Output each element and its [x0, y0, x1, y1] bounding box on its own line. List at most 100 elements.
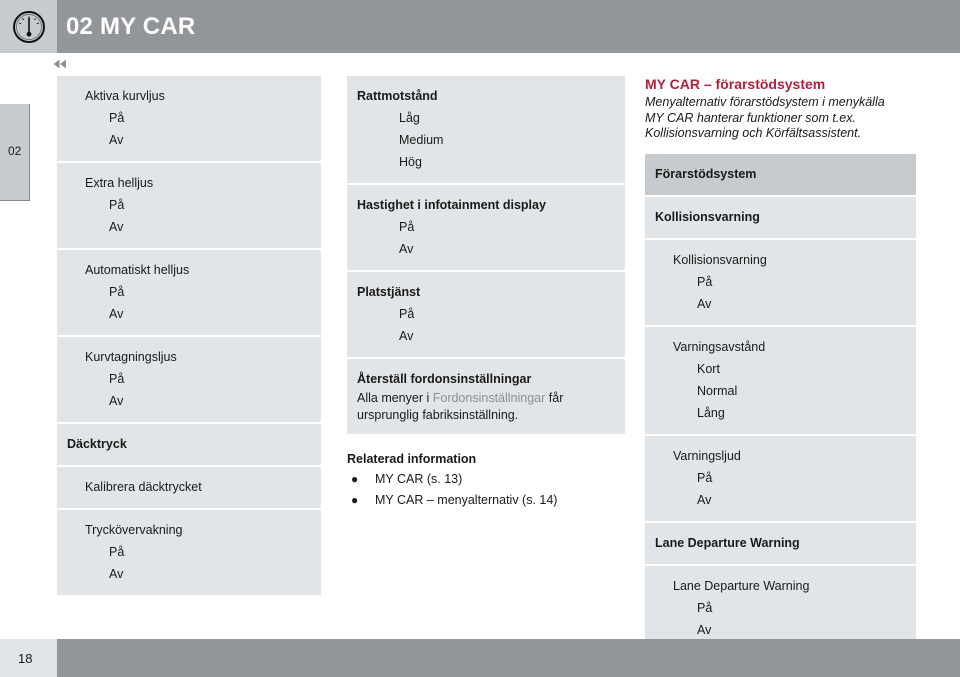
menu-group-rail	[905, 239, 916, 325]
menu-option-row[interactable]: Av	[347, 238, 614, 260]
menu-option-row[interactable]: Kollisionsvarning	[645, 249, 905, 271]
menu-group-rail	[614, 272, 625, 357]
menu-option-row[interactable]: Av	[57, 563, 310, 585]
menu-group-rail	[310, 250, 321, 335]
related-information-item[interactable]: ● MY CAR – menyalternativ (s. 14)	[347, 490, 614, 511]
menu-group-rail	[310, 163, 321, 248]
menu-heading-row[interactable]: Däcktryck	[57, 433, 310, 455]
header-title-bar: 02 MY CAR	[57, 0, 960, 53]
menu-group-rail	[905, 435, 916, 521]
page-footer: 18	[0, 639, 960, 677]
menu-option-row[interactable]: På	[57, 107, 310, 129]
menu-group: Kollisionsvarning	[645, 196, 916, 238]
menu-option-row[interactable]: Kort	[645, 358, 905, 380]
footer-bar	[57, 639, 960, 677]
menu-group: Aktiva kurvljus På Av	[57, 76, 321, 161]
menu-group: Rattmotstånd Låg Medium Hög	[347, 76, 625, 183]
menu-group-rail	[310, 337, 321, 422]
menu-note: Alla menyer i Fordonsinställningar får u…	[357, 391, 564, 422]
menu-option-row[interactable]: Av	[645, 293, 905, 315]
menu-option-row[interactable]: På	[645, 597, 905, 619]
menu-group: Lane Departure Warning På Av	[645, 565, 916, 651]
menu-group-rail	[614, 76, 625, 183]
menu-group: Hastighet i infotainment display På Av	[347, 185, 625, 270]
menu-option-row[interactable]: Medium	[347, 129, 614, 151]
double-left-arrow-icon[interactable]	[52, 58, 68, 70]
menu-heading-row[interactable]: Hastighet i infotainment display	[347, 194, 614, 216]
menu-group-rail	[905, 565, 916, 651]
menu-group: Förarstödsystem	[645, 153, 916, 195]
menu-column-middle: Rattmotstånd Låg Medium Hög Hastighet i info…	[347, 76, 625, 511]
section-intro-text: Menyalternativ förarstödsystem i menykäl…	[645, 95, 885, 140]
menu-group-rail	[310, 424, 321, 465]
menu-table-right: Förarstödsystem Kollisionsvarning Kollisio…	[645, 153, 916, 651]
menu-group-rail	[310, 467, 321, 508]
menu-option-row[interactable]: Varningsljud	[645, 445, 905, 467]
menu-option-row[interactable]: På	[645, 271, 905, 293]
menu-column-left: Aktiva kurvljus På Av Extra helljus På Av Auto…	[57, 76, 321, 597]
menu-group: Automatiskt helljus På Av	[57, 250, 321, 335]
menu-option-row[interactable]: Tryckövervakning	[57, 519, 310, 541]
page-number-box: 18	[0, 639, 57, 677]
menu-option-row[interactable]: Hög	[347, 151, 614, 173]
menu-option-row[interactable]: Av	[57, 129, 310, 151]
menu-group: Tryckövervakning På Av	[57, 510, 321, 595]
related-information-title: Relaterad information	[347, 452, 477, 466]
menu-option-row[interactable]: Av	[57, 390, 310, 412]
menu-heading-row[interactable]: Platstjänst	[347, 281, 614, 303]
menu-option-row[interactable]: Extra helljus	[57, 172, 310, 194]
menu-group: Varningsavstånd Kort Normal Lång	[645, 326, 916, 434]
menu-group: Kurvtagningsljus På Av	[57, 337, 321, 422]
menu-heading-row[interactable]: Kollisionsvarning	[645, 206, 905, 228]
menu-heading-row[interactable]: Lane Departure Warning	[645, 532, 905, 554]
menu-group-rail	[905, 522, 916, 564]
bullet-icon: ●	[351, 493, 359, 507]
menu-option-row[interactable]: Lane Departure Warning	[645, 575, 905, 597]
menu-group-rail	[614, 185, 625, 270]
menu-table-left: Aktiva kurvljus På Av Extra helljus På Av Auto…	[57, 76, 321, 595]
menu-group-rail	[310, 76, 321, 161]
menu-group-rail	[905, 153, 916, 195]
menu-option-row[interactable]: Av	[347, 325, 614, 347]
menu-option-row[interactable]: På	[57, 541, 310, 563]
menu-option-row[interactable]: Varningsavstånd	[645, 336, 905, 358]
menu-option-row[interactable]: På	[645, 467, 905, 489]
menu-group: Kalibrera däcktrycket	[57, 467, 321, 508]
menu-option-row[interactable]: Av	[645, 489, 905, 511]
menu-option-row[interactable]: Av	[57, 216, 310, 238]
menu-option-row[interactable]: På	[57, 194, 310, 216]
related-information-list: ● MY CAR (s. 13) ● MY CAR – menyalternativ …	[347, 469, 614, 511]
related-information-item[interactable]: ● MY CAR (s. 13)	[347, 469, 614, 490]
menu-option-row[interactable]: Normal	[645, 380, 905, 402]
menu-option-row[interactable]: Låg	[347, 107, 614, 129]
chapter-tab-label: 02	[8, 144, 22, 158]
menu-option-row[interactable]: På	[347, 303, 614, 325]
menu-group: Återställ fordonsinställningar Alla menye…	[347, 359, 625, 434]
menu-option-row[interactable]: På	[347, 216, 614, 238]
menu-note-reference: Fordonsinställningar	[432, 391, 546, 405]
menu-group: Extra helljus På Av	[57, 163, 321, 248]
menu-option-row[interactable]: Av	[57, 303, 310, 325]
page-title: 02 MY CAR	[66, 12, 196, 40]
section-heading: MY CAR – förarstödsystem	[645, 76, 826, 92]
menu-option-row[interactable]: Kurvtagningsljus	[57, 346, 310, 368]
gauge-icon	[12, 10, 45, 43]
chapter-tab[interactable]: 02	[0, 104, 30, 201]
menu-heading-row[interactable]: Förarstödsystem	[645, 163, 905, 185]
menu-heading-row[interactable]: Återställ fordonsinställningar	[347, 368, 614, 390]
bullet-icon: ●	[351, 472, 359, 486]
menu-option-row[interactable]: På	[57, 281, 310, 303]
menu-group: Lane Departure Warning	[645, 522, 916, 564]
menu-option-row[interactable]: Lång	[645, 402, 905, 424]
menu-option-row[interactable]: Aktiva kurvljus	[57, 85, 310, 107]
menu-group: Kollisionsvarning På Av	[645, 239, 916, 325]
menu-heading-row[interactable]: Rattmotstånd	[347, 85, 614, 107]
menu-option-row[interactable]: På	[57, 368, 310, 390]
menu-option-row[interactable]: Automatiskt helljus	[57, 259, 310, 281]
menu-option-row[interactable]: Kalibrera däcktrycket	[57, 476, 310, 498]
menu-option-row[interactable]: Av	[645, 619, 905, 641]
related-information: Relaterad information ● MY CAR (s. 13) ● MY…	[347, 450, 614, 511]
menu-group-rail	[310, 510, 321, 595]
page-header: 02 MY CAR	[0, 0, 960, 53]
menu-group-rail	[905, 326, 916, 434]
